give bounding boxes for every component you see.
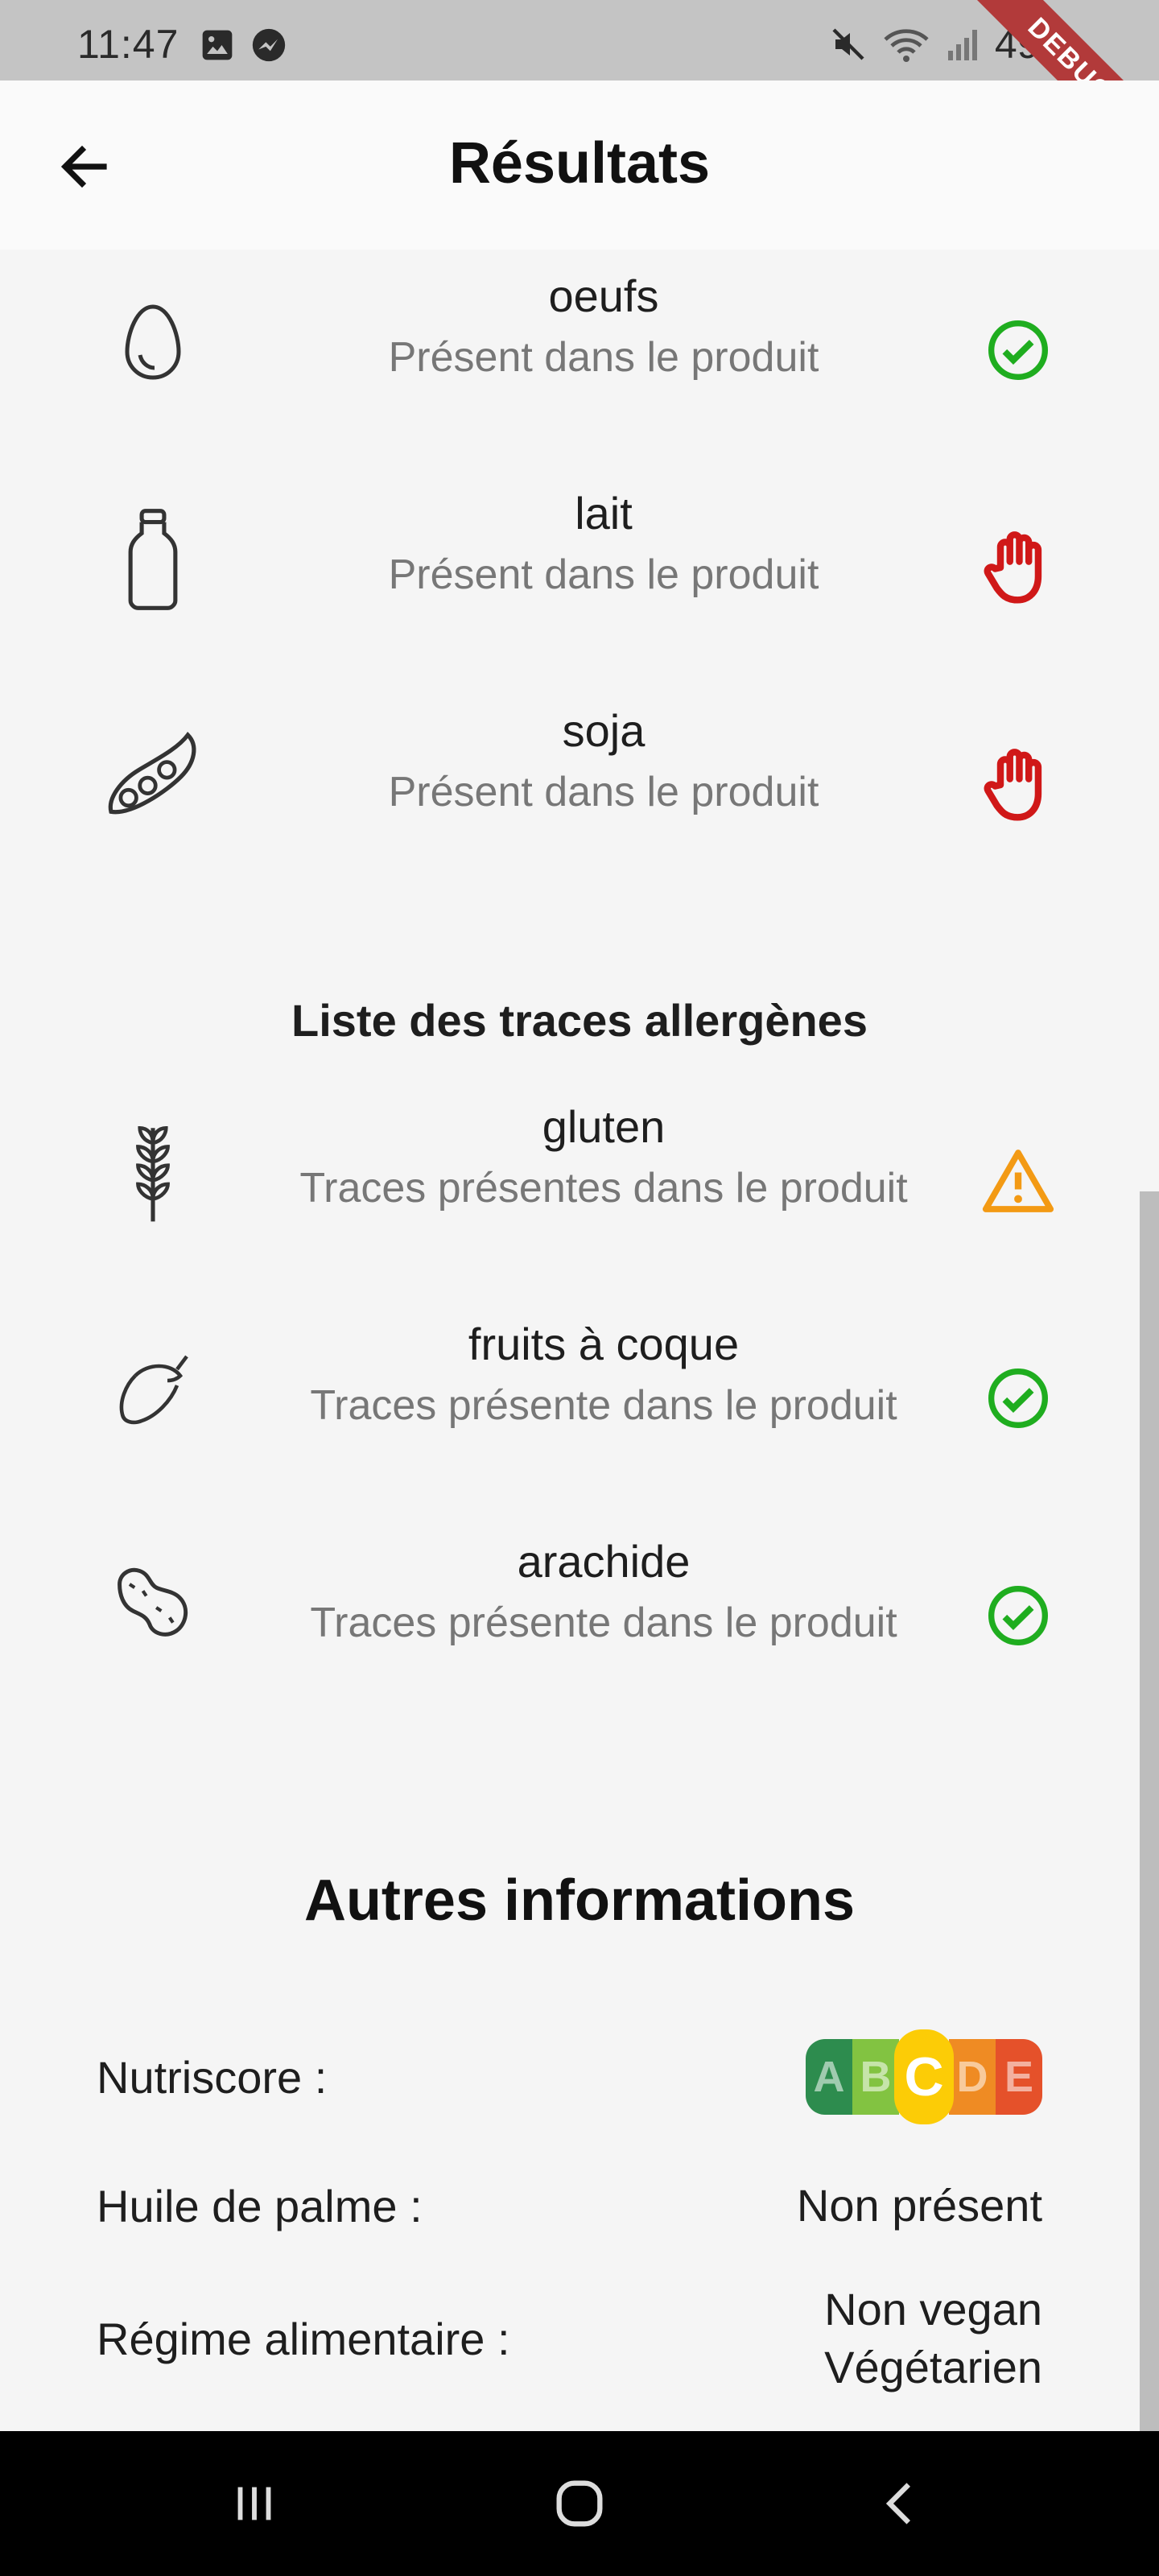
stop-hand-icon: [974, 741, 1062, 829]
status-bar: 11:47 49% DEBUG: [0, 0, 1159, 180]
palm-oil-row: Huile de palme : Non présent: [97, 2165, 1042, 2246]
other-info-title: Autres informations: [303, 1868, 856, 1933]
nutriscore-grade-d: D: [949, 2039, 996, 2115]
peanut-icon: [93, 1547, 213, 1668]
chevron-left-icon: [885, 2483, 911, 2524]
status-time: 11:47: [77, 22, 179, 67]
messenger-icon: [252, 28, 286, 62]
allergen-status-text: Traces présente dans le produit: [310, 1382, 897, 1429]
check-circle-icon: [974, 1354, 1062, 1443]
traces-section-title: Liste des traces allergènes: [291, 995, 868, 1046]
home-icon: [556, 2480, 603, 2527]
nutriscore-grade-c: C: [894, 2029, 954, 2124]
nav-back-button[interactable]: [853, 2463, 950, 2544]
page-title: Résultats: [448, 131, 711, 196]
system-nav-bar: [0, 2431, 1159, 2576]
diet-label: Régime alimentaire :: [97, 2313, 510, 2364]
nutriscore-badge: A B C D E: [806, 2029, 1042, 2124]
check-circle-icon: [974, 306, 1062, 394]
nutriscore-grade-b: B: [852, 2039, 899, 2115]
diet-value-vegan: Non vegan: [824, 2284, 1042, 2334]
allergen-status-text: Présent dans le produit: [388, 769, 819, 815]
results-list[interactable]: oeufs Présent dans le produit lait Prése…: [0, 250, 1159, 2431]
warning-triangle-icon: [974, 1137, 1062, 1225]
recent-apps-icon: [237, 2487, 271, 2520]
notification-icons: [200, 27, 287, 63]
stop-hand-icon: [974, 523, 1062, 612]
allergen-name: soja: [562, 705, 645, 756]
app-bar: Résultats: [0, 80, 1159, 250]
diet-row: Régime alimentaire : Non vegan Végétarie…: [97, 2274, 1042, 2403]
allergen-name: oeufs: [548, 270, 659, 321]
trace-row-arachide: arachide Traces présente dans le produit: [0, 1531, 1159, 1692]
allergen-name: arachide: [517, 1536, 691, 1587]
signal-icon: [947, 30, 977, 60]
diet-value-vegetarian: Végétarien: [824, 2342, 1042, 2392]
allergen-name: fruits à coque: [468, 1319, 740, 1369]
allergen-row-soja: soja Présent dans le produit: [0, 700, 1159, 861]
wheat-icon: [93, 1113, 213, 1233]
mute-icon: [832, 28, 864, 60]
allergen-row-oeufs: oeufs Présent dans le produit: [0, 266, 1159, 427]
allergen-status-text: Présent dans le produit: [388, 334, 819, 381]
milk-bottle-icon: [93, 499, 213, 620]
allergen-name: lait: [575, 488, 633, 539]
allergen-status-text: Traces présente dans le produit: [310, 1600, 897, 1646]
nut-icon: [93, 1330, 213, 1451]
soy-pod-icon: [93, 716, 213, 837]
nutriscore-grade-a: A: [806, 2039, 852, 2115]
scrollbar[interactable]: [1140, 1191, 1159, 2431]
palm-oil-value: Non présent: [796, 2180, 1042, 2231]
allergen-row-lait: lait Présent dans le produit: [0, 483, 1159, 644]
allergen-status-text: Traces présentes dans le produit: [299, 1165, 908, 1212]
image-icon: [202, 30, 233, 60]
recent-apps-button[interactable]: [206, 2463, 303, 2544]
home-button[interactable]: [531, 2463, 628, 2544]
nutriscore-row: Nutriscore : A B C D E: [97, 2029, 1042, 2125]
nutriscore-label: Nutriscore :: [97, 2051, 328, 2103]
allergen-name: gluten: [542, 1101, 666, 1152]
palm-oil-label: Huile de palme :: [97, 2180, 423, 2231]
diet-values: Non vegan Végétarien: [824, 2281, 1042, 2396]
trace-row-fruits-a-coque: fruits à coque Traces présente dans le p…: [0, 1314, 1159, 1475]
wifi-icon: [884, 29, 929, 62]
check-circle-icon: [974, 1571, 1062, 1660]
trace-row-gluten: gluten Traces présentes dans le produit: [0, 1096, 1159, 1257]
nutriscore-grade-e: E: [996, 2039, 1042, 2115]
allergen-status-text: Présent dans le produit: [388, 551, 819, 598]
egg-icon: [93, 282, 213, 402]
